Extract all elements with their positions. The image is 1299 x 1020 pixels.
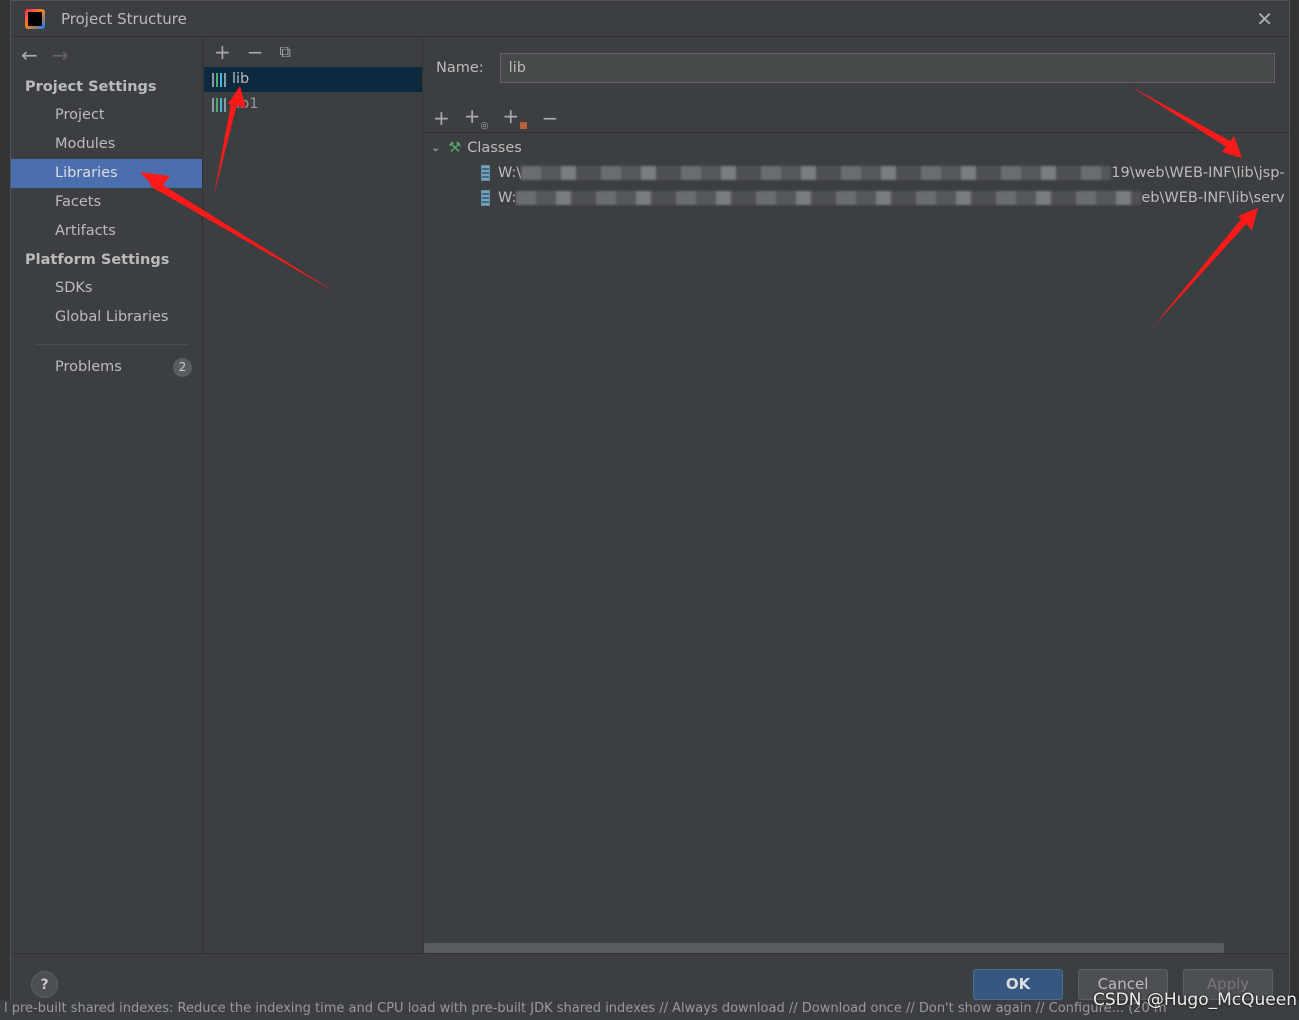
ide-background-right [1290,0,1299,1020]
project-structure-dialog: Project Structure ✕ ← → Project Settings … [10,0,1290,1000]
help-button[interactable]: ? [31,971,58,998]
tree-node-classes[interactable]: ⌄ ⚒ Classes [423,135,1289,160]
add-icon[interactable]: + [214,40,231,64]
class-path-row[interactable]: W: eb\WEB-INF\lib\serv [423,185,1289,210]
sidebar-item-sdks[interactable]: SDKs [11,274,202,303]
class-path-row[interactable]: W:\ 19\web\WEB-INF\lib\jsp- [423,160,1289,185]
library-item-lib1[interactable]: lib1 [204,92,422,117]
add-root-icon[interactable]: + [433,106,450,130]
path-prefix: W:\ [498,164,522,181]
remove-icon[interactable]: − [247,40,264,64]
name-input[interactable] [499,53,1275,83]
back-arrow-icon[interactable]: ← [21,43,38,67]
name-label: Name: [436,60,484,76]
library-list-panel: + − ⧉ lib lib1 [204,37,423,953]
roots-tree: ⌄ ⚒ Classes W:\ 19\web\WEB-INF\lib\jsp- … [423,133,1289,210]
jar-icon [481,164,490,181]
library-icon [212,97,226,112]
forward-arrow-icon[interactable]: → [52,43,69,67]
intellij-logo-icon [25,8,45,29]
jar-icon [481,189,490,206]
add-folder-icon[interactable]: +■ [502,104,527,131]
title-bar: Project Structure ✕ [11,1,1289,37]
sidebar: ← → Project Settings Project Modules Libr… [11,37,203,953]
chevron-down-icon[interactable]: ⌄ [431,141,440,154]
watermark: CSDN @Hugo_McQueen [1093,990,1297,1010]
section-platform-settings: Platform Settings [25,252,170,268]
sidebar-item-artifacts[interactable]: Artifacts [11,217,202,246]
close-icon[interactable]: ✕ [1256,7,1273,31]
problems-count-badge: 2 [173,358,192,377]
library-details-panel: Name: + +◎ +■ − ⌄ ⚒ Classes W:\ 19\web\W… [423,37,1289,953]
dialog-title: Project Structure [61,9,187,28]
ok-button[interactable]: OK [973,969,1063,1000]
library-name: lib1 [232,96,259,112]
library-name: lib [232,71,250,87]
path-suffix: 19\web\WEB-INF\lib\jsp- [1111,164,1285,181]
path-suffix: eb\WEB-INF\lib\serv [1141,189,1285,206]
horizontal-scrollbar[interactable] [424,943,1224,953]
divider [35,344,188,345]
sidebar-item-libraries[interactable]: Libraries [11,159,202,188]
library-icon [212,72,226,87]
sidebar-item-facets[interactable]: Facets [11,188,202,217]
remove-root-icon[interactable]: − [542,106,559,130]
library-item-lib[interactable]: lib [204,67,422,92]
ide-background-left [0,0,10,1020]
sidebar-item-problems[interactable]: Problems 2 [11,353,202,382]
sidebar-item-modules[interactable]: Modules [11,130,202,159]
redacted-path [521,165,1112,180]
problems-label: Problems [55,359,122,375]
sidebar-item-global-libraries[interactable]: Global Libraries [11,303,202,332]
hammer-icon: ⚒ [448,139,462,156]
section-project-settings: Project Settings [25,79,157,95]
copy-icon[interactable]: ⧉ [280,42,291,62]
sidebar-item-project[interactable]: Project [11,101,202,130]
classes-label: Classes [467,139,522,156]
add-url-icon[interactable]: +◎ [464,104,489,131]
path-prefix: W: [498,189,517,206]
redacted-path [516,190,1142,205]
